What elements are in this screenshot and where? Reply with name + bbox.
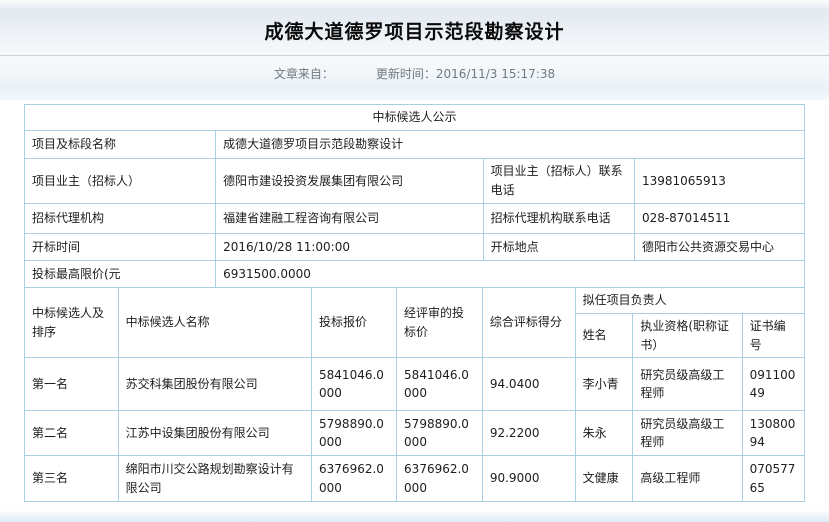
header-score: 综合评标得分 (482, 288, 575, 358)
candidate-leader-qualification: 研究员级高级工程师 (633, 358, 742, 411)
owner-label: 项目业主（招标人） (25, 159, 216, 204)
open-place-value: 德阳市公共资源交易中心 (634, 234, 804, 261)
candidate-rank: 第一名 (25, 358, 119, 411)
header-bid-price: 投标报价 (312, 288, 397, 358)
agency-label: 招标代理机构 (25, 204, 216, 234)
table-row: 中标候选人公示 (25, 105, 805, 131)
candidate-rank: 第三名 (25, 456, 119, 502)
agency-value: 福建省建融工程咨询有限公司 (216, 204, 484, 234)
header-name: 中标候选人名称 (118, 288, 311, 358)
owner-phone-label: 项目业主（招标人）联系电话 (483, 159, 634, 204)
owner-value: 德阳市建设投资发展集团有限公司 (216, 159, 484, 204)
candidate-bid-price: 5841046.0000 (312, 358, 397, 411)
candidate-leader-cert-no: 07057765 (742, 456, 804, 502)
page-title: 成德大道德罗项目示范段勘察设计 (0, 0, 829, 44)
update-time-value: 2016/11/3 15:17:38 (436, 67, 555, 81)
project-name-label: 项目及标段名称 (25, 131, 216, 159)
candidate-score: 94.0400 (482, 358, 575, 411)
project-name-value: 成德大道德罗项目示范段勘察设计 (216, 131, 805, 159)
candidate-row: 第三名 绵阳市川交公路规划勘察设计有限公司 6376962.0000 63769… (25, 456, 805, 502)
candidate-leader-name: 朱永 (575, 411, 633, 456)
max-price-value: 6931500.0000 (216, 261, 805, 288)
candidate-evaluated-price: 5841046.0000 (397, 358, 483, 411)
header-evaluated-price: 经评审的投标价 (397, 288, 483, 358)
candidate-bid-price: 6376962.0000 (312, 456, 397, 502)
open-time-label: 开标时间 (25, 234, 216, 261)
table-row: 投标最高限价(元 6931500.0000 (25, 261, 805, 288)
candidates-table: 中标候选人及排序 中标候选人名称 投标报价 经评审的投标价 综合评标得分 拟任项… (24, 287, 805, 502)
agency-phone-value: 028-87014511 (634, 204, 804, 234)
candidate-leader-cert-no: 13080094 (742, 411, 804, 456)
candidate-name: 苏交科集团股份有限公司 (118, 358, 311, 411)
header-leader-qualification: 执业资格(职称证书） (633, 314, 742, 358)
update-time: 更新时间：2016/11/3 15:17:38 (376, 65, 555, 82)
page-header: 成德大道德罗项目示范段勘察设计 文章来自： 更新时间：2016/11/3 15:… (0, 0, 829, 100)
page-footer (0, 510, 829, 522)
section-title: 中标候选人公示 (25, 105, 805, 131)
candidate-row: 第一名 苏交科集团股份有限公司 5841046.0000 5841046.000… (25, 358, 805, 411)
project-info-table: 中标候选人公示 项目及标段名称 成德大道德罗项目示范段勘察设计 项目业主（招标人… (24, 104, 805, 288)
article-source-label: 文章来自： (274, 67, 334, 81)
header-leader-cert-no: 证书编号 (742, 314, 804, 358)
candidate-leader-name: 李小青 (575, 358, 633, 411)
candidate-leader-name: 文健康 (575, 456, 633, 502)
header-leader-name: 姓名 (575, 314, 633, 358)
table-row: 项目及标段名称 成德大道德罗项目示范段勘察设计 (25, 131, 805, 159)
candidate-leader-cert-no: 09110049 (742, 358, 804, 411)
header-divider (0, 55, 829, 56)
candidate-bid-price: 5798890.0000 (312, 411, 397, 456)
candidate-score: 92.2200 (482, 411, 575, 456)
table-row: 开标时间 2016/10/28 11:00:00 开标地点 德阳市公共资源交易中… (25, 234, 805, 261)
header-rank: 中标候选人及排序 (25, 288, 119, 358)
table-row: 招标代理机构 福建省建融工程咨询有限公司 招标代理机构联系电话 028-8701… (25, 204, 805, 234)
candidate-evaluated-price: 5798890.0000 (397, 411, 483, 456)
candidate-evaluated-price: 6376962.0000 (397, 456, 483, 502)
open-time-value: 2016/10/28 11:00:00 (216, 234, 484, 261)
table-row: 项目业主（招标人） 德阳市建设投资发展集团有限公司 项目业主（招标人）联系电话 … (25, 159, 805, 204)
update-time-label: 更新时间： (376, 67, 436, 81)
header-leader-group: 拟任项目负责人 (575, 288, 804, 314)
meta-bar: 文章来自： 更新时间：2016/11/3 15:17:38 (0, 65, 829, 82)
candidate-rank: 第二名 (25, 411, 119, 456)
announcement-content: 中标候选人公示 项目及标段名称 成德大道德罗项目示范段勘察设计 项目业主（招标人… (0, 100, 829, 502)
candidate-leader-qualification: 研究员级高级工程师 (633, 411, 742, 456)
candidate-score: 90.9000 (482, 456, 575, 502)
owner-phone-value: 13981065913 (634, 159, 804, 204)
candidates-header-row: 中标候选人及排序 中标候选人名称 投标报价 经评审的投标价 综合评标得分 拟任项… (25, 288, 805, 314)
candidate-row: 第二名 江苏中设集团股份有限公司 5798890.0000 5798890.00… (25, 411, 805, 456)
candidate-name: 绵阳市川交公路规划勘察设计有限公司 (118, 456, 311, 502)
article-source: 文章来自： (274, 65, 334, 82)
candidate-name: 江苏中设集团股份有限公司 (118, 411, 311, 456)
candidate-leader-qualification: 高级工程师 (633, 456, 742, 502)
agency-phone-label: 招标代理机构联系电话 (483, 204, 634, 234)
open-place-label: 开标地点 (483, 234, 634, 261)
max-price-label: 投标最高限价(元 (25, 261, 216, 288)
